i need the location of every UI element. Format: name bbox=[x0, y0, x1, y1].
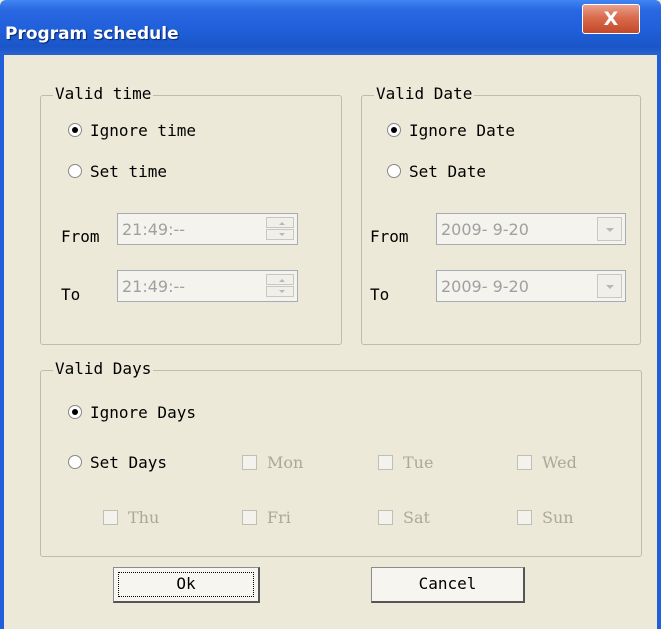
set-time-label: Set time bbox=[90, 162, 168, 181]
date-from-label: From bbox=[370, 227, 409, 246]
set-time-radio[interactable]: Set time bbox=[68, 162, 167, 182]
set-date-label: Set Date bbox=[409, 162, 487, 181]
day-checkbox-tue[interactable]: Tue bbox=[378, 453, 433, 472]
cancel-button-label: Cancel bbox=[418, 574, 477, 593]
valid-date-legend: Valid Date bbox=[374, 84, 475, 103]
checkbox-icon bbox=[103, 510, 118, 525]
date-from-value: 2009- 9-20 bbox=[441, 220, 529, 239]
checkbox-icon bbox=[242, 510, 257, 525]
set-days-label: Set Days bbox=[90, 453, 168, 472]
checkbox-icon bbox=[378, 455, 393, 470]
time-to-field[interactable]: 21:49:-- bbox=[117, 270, 298, 302]
time-from-label: From bbox=[61, 227, 100, 246]
day-label-wed: Wed bbox=[542, 453, 577, 472]
ignore-date-label: Ignore Date bbox=[409, 121, 515, 140]
checkbox-icon bbox=[517, 510, 532, 525]
time-to-label: To bbox=[61, 285, 81, 304]
set-date-radio[interactable]: Set Date bbox=[387, 162, 486, 182]
checkbox-icon bbox=[378, 510, 393, 525]
day-checkbox-fri[interactable]: Fri bbox=[242, 508, 291, 527]
window-border-left bbox=[0, 55, 4, 629]
day-checkbox-wed[interactable]: Wed bbox=[517, 453, 577, 472]
window-border-right bbox=[657, 55, 661, 629]
radio-selected-icon bbox=[68, 405, 82, 419]
day-label-tue: Tue bbox=[403, 453, 434, 472]
day-label-sun: Sun bbox=[542, 508, 574, 527]
chevron-down-icon[interactable] bbox=[597, 217, 622, 241]
date-to-field[interactable]: 2009- 9-20 bbox=[436, 270, 626, 302]
radio-unselected-icon bbox=[387, 164, 401, 178]
close-icon: X bbox=[603, 8, 619, 30]
spinner-arrows-icon[interactable] bbox=[266, 274, 294, 298]
ignore-days-label: Ignore Days bbox=[90, 403, 196, 422]
time-from-field[interactable]: 21:49:-- bbox=[117, 213, 298, 245]
day-label-thu: Thu bbox=[128, 508, 160, 527]
day-checkbox-sun[interactable]: Sun bbox=[517, 508, 574, 527]
ok-button-label: Ok bbox=[176, 574, 196, 593]
valid-days-legend: Valid Days bbox=[53, 359, 154, 378]
chevron-down-icon[interactable] bbox=[597, 274, 622, 298]
ok-button[interactable]: Ok bbox=[113, 567, 260, 603]
close-button[interactable]: X bbox=[582, 4, 640, 34]
checkbox-icon bbox=[242, 455, 257, 470]
day-label-fri: Fri bbox=[267, 508, 291, 527]
day-checkbox-sat[interactable]: Sat bbox=[378, 508, 430, 527]
radio-selected-icon bbox=[387, 123, 401, 137]
radio-unselected-icon bbox=[68, 455, 82, 469]
day-checkbox-thu[interactable]: Thu bbox=[103, 508, 159, 527]
cancel-button[interactable]: Cancel bbox=[371, 567, 525, 603]
checkbox-icon bbox=[517, 455, 532, 470]
radio-selected-icon bbox=[68, 123, 82, 137]
radio-unselected-icon bbox=[68, 164, 82, 178]
ignore-date-radio[interactable]: Ignore Date bbox=[387, 121, 515, 141]
ignore-time-radio[interactable]: Ignore time bbox=[68, 121, 196, 141]
date-from-field[interactable]: 2009- 9-20 bbox=[436, 213, 626, 245]
ignore-time-label: Ignore time bbox=[90, 121, 196, 140]
day-checkbox-mon[interactable]: Mon bbox=[242, 453, 303, 472]
window-title: Program schedule bbox=[5, 24, 179, 44]
time-to-value: 21:49:-- bbox=[122, 277, 186, 296]
date-to-value: 2009- 9-20 bbox=[441, 277, 529, 296]
spinner-arrows-icon[interactable] bbox=[266, 217, 294, 241]
valid-time-legend: Valid time bbox=[53, 84, 154, 103]
set-days-radio[interactable]: Set Days bbox=[68, 453, 167, 473]
date-to-label: To bbox=[370, 285, 390, 304]
time-from-value: 21:49:-- bbox=[122, 220, 186, 239]
day-label-mon: Mon bbox=[267, 453, 304, 472]
ignore-days-radio[interactable]: Ignore Days bbox=[68, 403, 196, 423]
day-label-sat: Sat bbox=[403, 508, 430, 527]
title-bar: Program schedule X bbox=[0, 0, 661, 55]
